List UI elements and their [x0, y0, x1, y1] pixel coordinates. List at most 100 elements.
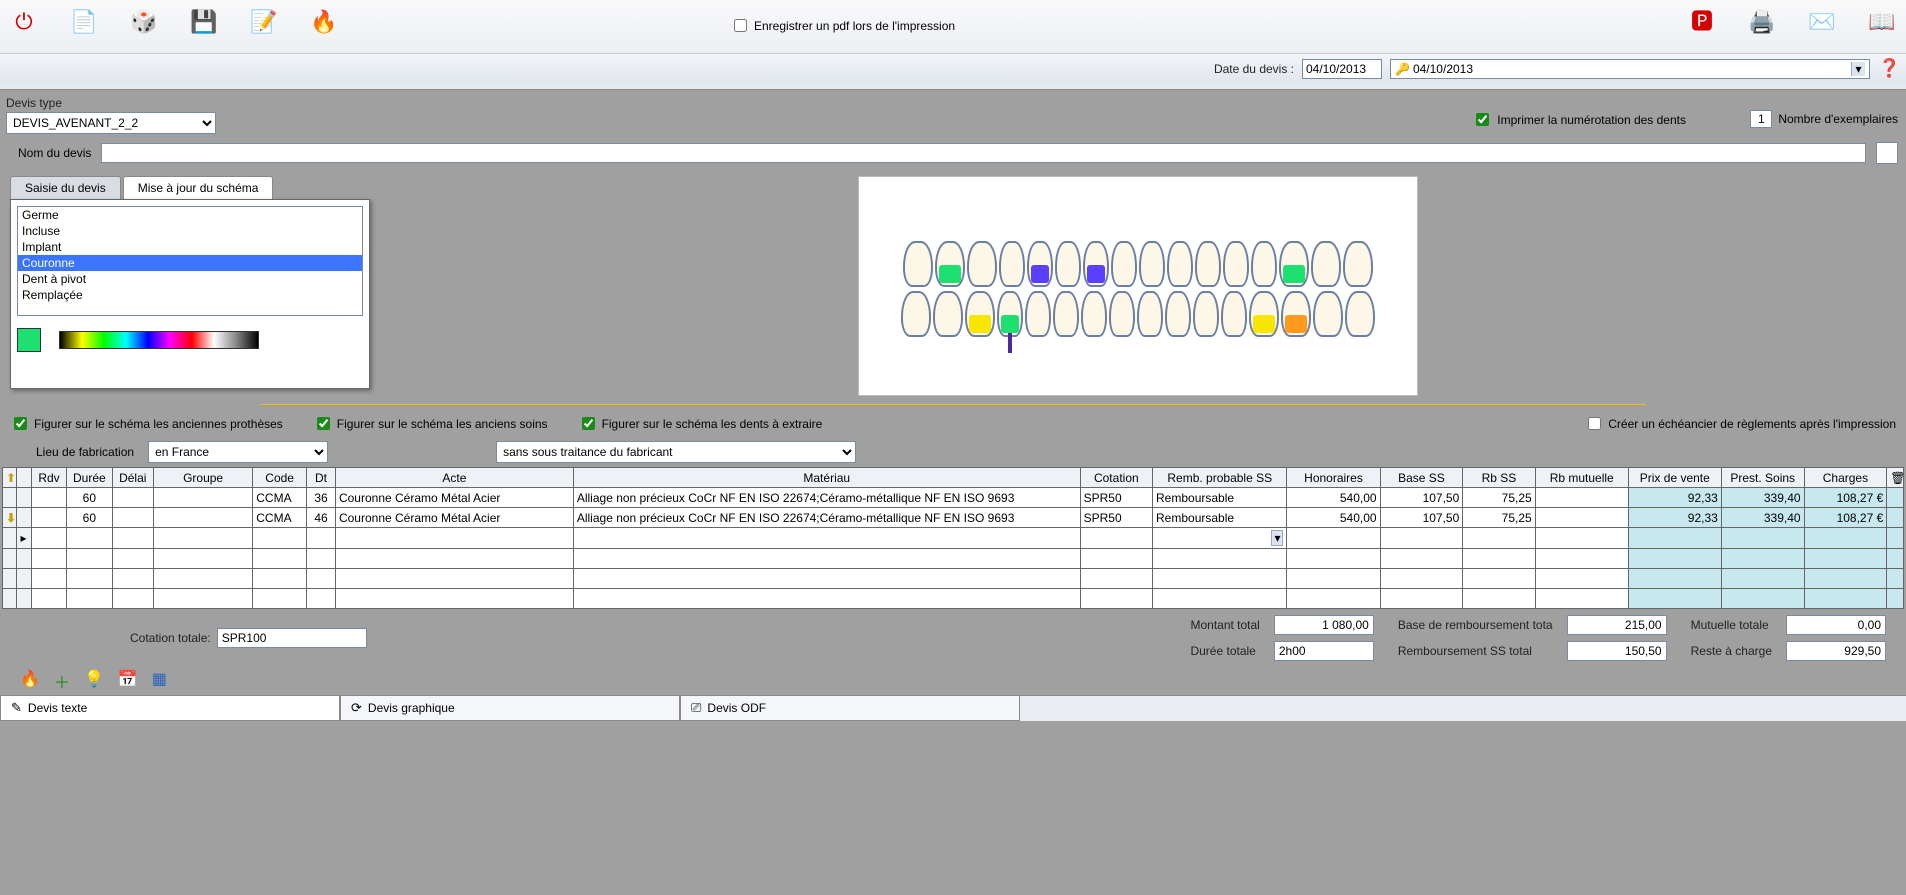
rubik-icon[interactable]: 🎲 [128, 6, 160, 38]
chk-anciennes-protheses[interactable]: Figurer sur le schéma les anciennes prot… [10, 414, 283, 433]
devis-name-picker-button[interactable] [1876, 142, 1898, 164]
list-item[interactable]: Germe [18, 207, 362, 223]
bulb-icon[interactable]: 💡 [84, 669, 104, 693]
tab-devis-odf[interactable]: ⎚Devis ODF [680, 696, 1020, 721]
table-row[interactable] [3, 569, 1904, 589]
tab-devis-graphique[interactable]: ⟳Devis graphique [340, 696, 680, 721]
list-item[interactable]: Remplaçée [18, 287, 362, 303]
tooth-lower[interactable] [1249, 291, 1279, 337]
tooth-lower[interactable] [1193, 291, 1219, 337]
flame-icon[interactable]: 🔥 [308, 6, 340, 38]
row-arrow[interactable] [3, 589, 17, 609]
tooth-lower[interactable] [1345, 291, 1375, 337]
row-arrow[interactable] [3, 528, 17, 549]
list-item[interactable]: Implant [18, 239, 362, 255]
chk-echeancier[interactable]: Créer un échéancier de règlements après … [1584, 414, 1896, 433]
cotation-totale-value[interactable] [217, 628, 367, 648]
calendar-icon[interactable]: 📅 [118, 669, 138, 693]
edit-page-icon[interactable]: 📝 [248, 6, 280, 38]
flame-mini-icon[interactable]: 🔥 [20, 669, 40, 693]
tooth-upper[interactable] [1311, 241, 1341, 287]
tooth-lower[interactable] [1109, 291, 1135, 337]
chevron-down-icon[interactable]: ▾ [1851, 62, 1865, 76]
mail-icon[interactable]: ✉️ [1806, 6, 1838, 38]
tooth-upper[interactable] [1279, 241, 1309, 287]
list-item[interactable]: Incluse [18, 223, 362, 239]
tooth-lower[interactable] [1081, 291, 1107, 337]
tooth-lower[interactable] [933, 291, 963, 337]
row-up-icon[interactable]: ⬆ [3, 468, 17, 488]
table-row[interactable]: ⬇60CCMA46Couronne Céramo Métal AcierAlli… [3, 508, 1904, 528]
chk-dents-extraire[interactable]: Figurer sur le schéma les dents à extrai… [578, 414, 823, 433]
list-item[interactable]: Dent à pivot [18, 271, 362, 287]
tooth-upper[interactable] [1055, 241, 1081, 287]
tooth-state-list[interactable]: GermeIncluseImplantCouronneDent à pivotR… [17, 206, 363, 316]
table-row[interactable] [3, 589, 1904, 609]
tooth-lower[interactable] [1053, 291, 1079, 337]
tooth-lower[interactable] [1025, 291, 1051, 337]
tooth-upper[interactable] [1195, 241, 1221, 287]
tab-devis-texte[interactable]: ✎Devis texte [0, 696, 340, 721]
pdf-icon[interactable]: 🅿 [1686, 6, 1718, 38]
tooth-lower[interactable] [901, 291, 931, 337]
tooth-lower[interactable] [1137, 291, 1163, 337]
tooth-lower[interactable] [1221, 291, 1247, 337]
tab-maj-schema[interactable]: Mise à jour du schéma [123, 176, 274, 199]
devis-type-select[interactable]: DEVIS_AVENANT_2_2 [6, 112, 216, 134]
tooth-upper[interactable] [1251, 241, 1277, 287]
tooth-upper[interactable] [1167, 241, 1193, 287]
chevron-down-icon[interactable]: ▾ [1271, 530, 1283, 546]
copies-input[interactable] [1750, 110, 1772, 128]
duree-totale-label: Durée totale [1190, 644, 1259, 658]
tooth-upper[interactable] [935, 241, 965, 287]
row-arrow[interactable] [3, 569, 17, 589]
list-item[interactable]: Couronne [18, 255, 362, 271]
book-icon[interactable]: 📖 [1866, 6, 1898, 38]
tooth-lower[interactable] [1313, 291, 1343, 337]
pencil-icon: ✎ [11, 700, 22, 716]
chk-anciens-soins[interactable]: Figurer sur le schéma les anciens soins [313, 414, 548, 433]
grid-header-row: ⬆ Rdv Durée Délai Groupe Code Dt Acte Ma… [3, 468, 1904, 488]
add-icon[interactable]: ＋ [54, 669, 70, 693]
tooth-upper[interactable] [1027, 241, 1053, 287]
row-arrow[interactable] [3, 549, 17, 569]
tooth-upper[interactable] [967, 241, 997, 287]
tooth-lower[interactable] [997, 291, 1023, 337]
table-row[interactable]: ▸▾ [3, 528, 1904, 549]
pdf-on-print-checkbox[interactable]: Enregistrer un pdf lors de l'impression [730, 16, 955, 35]
tooth-upper[interactable] [1139, 241, 1165, 287]
tooth-lower[interactable] [965, 291, 995, 337]
row-arrow[interactable]: ⬇ [3, 508, 17, 528]
devis-name-input[interactable] [101, 143, 1866, 163]
power-icon[interactable]: ⏻ [8, 6, 40, 38]
help-icon[interactable]: ❓ [1878, 58, 1898, 79]
grid-icon[interactable]: ▦ [152, 669, 167, 693]
sous-traitance-select[interactable]: sans sous traitance du fabricant [496, 441, 856, 463]
printer-icon[interactable]: 🖨️ [1746, 6, 1778, 38]
lieu-fabrication-select[interactable]: en France [148, 441, 328, 463]
refresh-icon: ⟳ [351, 700, 362, 716]
tooth-upper[interactable] [1343, 241, 1373, 287]
save-icon[interactable]: 💾 [188, 6, 220, 38]
tab-saisie-devis[interactable]: Saisie du devis [10, 176, 121, 199]
table-row[interactable] [3, 549, 1904, 569]
tooth-upper[interactable] [1111, 241, 1137, 287]
pdf-on-print-label: Enregistrer un pdf lors de l'impression [754, 19, 955, 33]
acts-grid[interactable]: ⬆ Rdv Durée Délai Groupe Code Dt Acte Ma… [2, 467, 1904, 609]
devis-date-input[interactable] [1302, 59, 1382, 79]
tooth-upper[interactable] [903, 241, 933, 287]
dental-schema[interactable] [858, 176, 1418, 396]
trash-icon[interactable]: 🗑 [1887, 468, 1904, 488]
tooth-upper[interactable] [999, 241, 1025, 287]
table-row[interactable]: 60CCMA36Couronne Céramo Métal AcierAllia… [3, 488, 1904, 508]
new-page-icon[interactable]: 📄 [68, 6, 100, 38]
color-swatch[interactable] [17, 328, 41, 352]
date-selector[interactable]: 🔑 04/10/2013 ▾ [1390, 59, 1870, 79]
color-gradient-picker[interactable] [59, 331, 259, 349]
tooth-upper[interactable] [1083, 241, 1109, 287]
print-numeration-checkbox[interactable]: Imprimer la numérotation des dents [1472, 110, 1686, 129]
tooth-upper[interactable] [1223, 241, 1249, 287]
tooth-lower[interactable] [1281, 291, 1311, 337]
tooth-lower[interactable] [1165, 291, 1191, 337]
row-arrow[interactable] [3, 488, 17, 508]
